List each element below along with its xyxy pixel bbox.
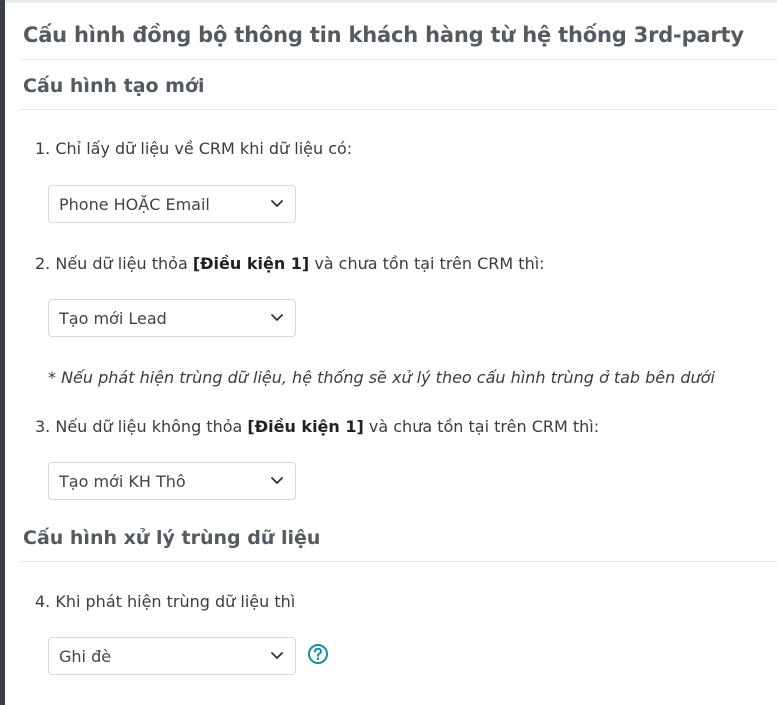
page-title: Cấu hình đồng bộ thông tin khách hàng từ… bbox=[23, 23, 744, 47]
q3-select[interactable]: Tạo mới KH Thô bbox=[48, 462, 296, 500]
q2-label-suffix: và chưa tồn tại trên CRM thì: bbox=[309, 254, 545, 273]
q2-label-prefix: 2. Nếu dữ liệu thỏa bbox=[35, 254, 193, 273]
duplicate-note: * Nếu phát hiện trùng dữ liệu, hệ thống … bbox=[48, 368, 715, 387]
chevron-down-icon bbox=[271, 314, 283, 321]
q1-select[interactable]: Phone HOẶC Email bbox=[48, 185, 296, 223]
q3-select-value: Tạo mới KH Thô bbox=[59, 471, 186, 491]
q3-label-prefix: 3. Nếu dữ liệu không thỏa bbox=[35, 417, 248, 436]
q4-label: 4. Khi phát hiện trùng dữ liệu thì bbox=[35, 592, 296, 611]
q4-select-value: Ghi đè bbox=[59, 646, 112, 666]
q3-label-suffix: và chưa tồn tại trên CRM thì: bbox=[363, 417, 600, 436]
q3-label: 3. Nếu dữ liệu không thỏa [Điều kiện 1] … bbox=[35, 417, 599, 436]
title-divider bbox=[20, 59, 777, 60]
create-section-divider bbox=[20, 109, 777, 110]
q2-select[interactable]: Tạo mới Lead bbox=[48, 299, 296, 337]
create-section-title: Cấu hình tạo mới bbox=[23, 75, 205, 97]
chevron-down-icon bbox=[271, 477, 283, 484]
q2-label-condition: [Điều kiện 1] bbox=[192, 254, 310, 273]
q2-select-value: Tạo mới Lead bbox=[59, 308, 167, 328]
chevron-down-icon bbox=[271, 200, 283, 207]
q1-select-value: Phone HOẶC Email bbox=[59, 194, 210, 214]
duplicate-section-divider bbox=[20, 561, 777, 562]
question-circle-icon[interactable] bbox=[307, 643, 329, 665]
sync-config-panel: Cấu hình đồng bộ thông tin khách hàng từ… bbox=[5, 3, 777, 705]
q4-select[interactable]: Ghi đè bbox=[48, 637, 296, 675]
q1-label: 1. Chỉ lấy dữ liệu về CRM khi dữ liệu có… bbox=[35, 139, 353, 158]
q2-label: 2. Nếu dữ liệu thỏa [Điều kiện 1] và chư… bbox=[35, 254, 545, 273]
chevron-down-icon bbox=[271, 652, 283, 659]
duplicate-section-title: Cấu hình xử lý trùng dữ liệu bbox=[23, 527, 321, 549]
q3-label-condition: [Điều kiện 1] bbox=[247, 417, 364, 436]
